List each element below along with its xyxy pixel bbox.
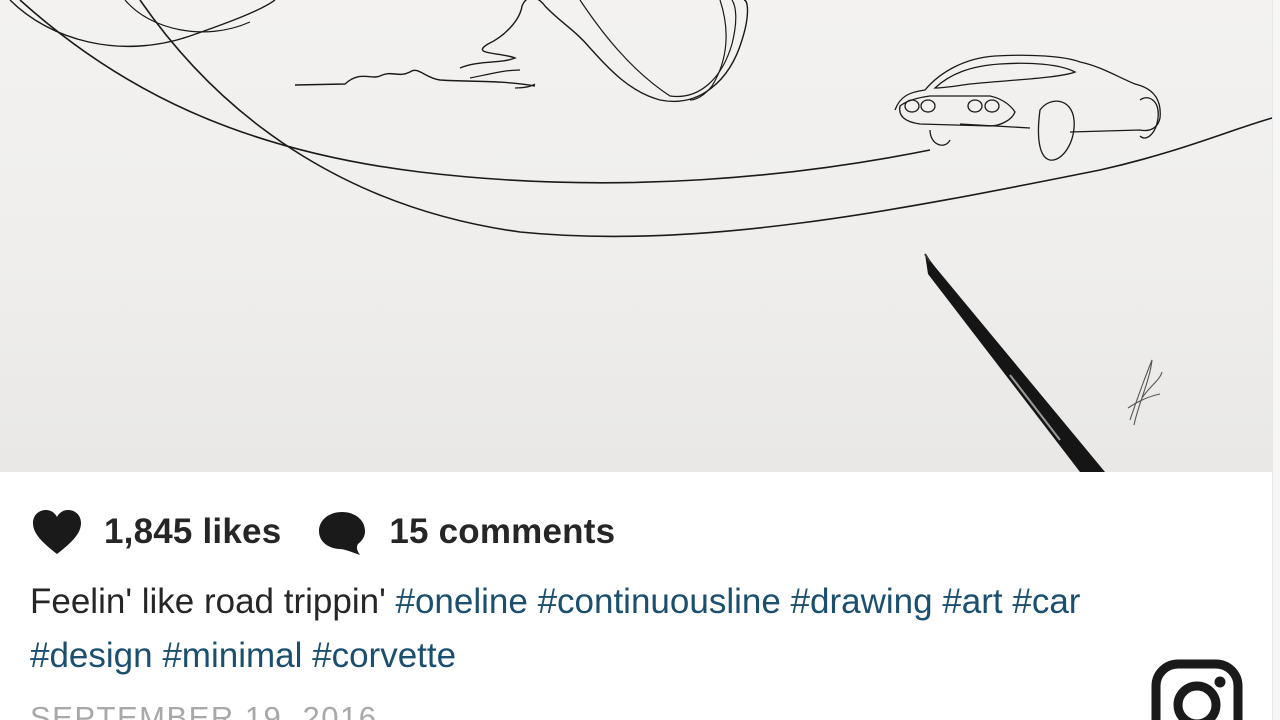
caption-text — [781, 582, 791, 621]
comments-count: 15 comments — [389, 512, 616, 551]
caption-text — [1003, 582, 1013, 621]
heart-icon[interactable] — [30, 508, 84, 556]
likes-count: 1,845 likes — [104, 512, 282, 551]
scrollbar-track[interactable] — [1272, 0, 1280, 720]
hashtag-link[interactable]: #drawing — [791, 582, 933, 621]
comments-stat[interactable]: 15 comments — [315, 508, 615, 556]
comment-bubble-icon[interactable] — [315, 508, 369, 556]
hashtag-link[interactable]: #continuousline — [538, 582, 781, 621]
hashtag-link[interactable]: #car — [1012, 582, 1080, 621]
caption-text — [933, 582, 943, 621]
caption-text: Feelin' like road trippin' — [30, 582, 396, 621]
post-date: SEPTEMBER 19, 2016 — [30, 700, 378, 720]
engagement-stats: 1,845 likes 15 comments — [30, 508, 649, 556]
instagram-post-embed: 1,845 likes 15 comments Feelin' like roa… — [0, 0, 1280, 720]
post-image[interactable] — [0, 0, 1272, 472]
hashtag-link[interactable]: #art — [942, 582, 1002, 621]
likes-stat[interactable]: 1,845 likes — [30, 508, 281, 556]
hashtag-link[interactable]: #corvette — [312, 636, 456, 675]
caption-text — [153, 636, 163, 675]
instagram-logo-icon[interactable] — [1150, 658, 1244, 720]
caption-text — [528, 582, 538, 621]
caption-text — [302, 636, 312, 675]
line-drawing-artwork — [9, 0, 1272, 472]
hashtag-link[interactable]: #minimal — [162, 636, 302, 675]
post-caption: Feelin' like road trippin' #oneline #con… — [30, 575, 1090, 683]
hashtag-link[interactable]: #oneline — [395, 582, 527, 621]
hashtag-link[interactable]: #design — [30, 636, 153, 675]
